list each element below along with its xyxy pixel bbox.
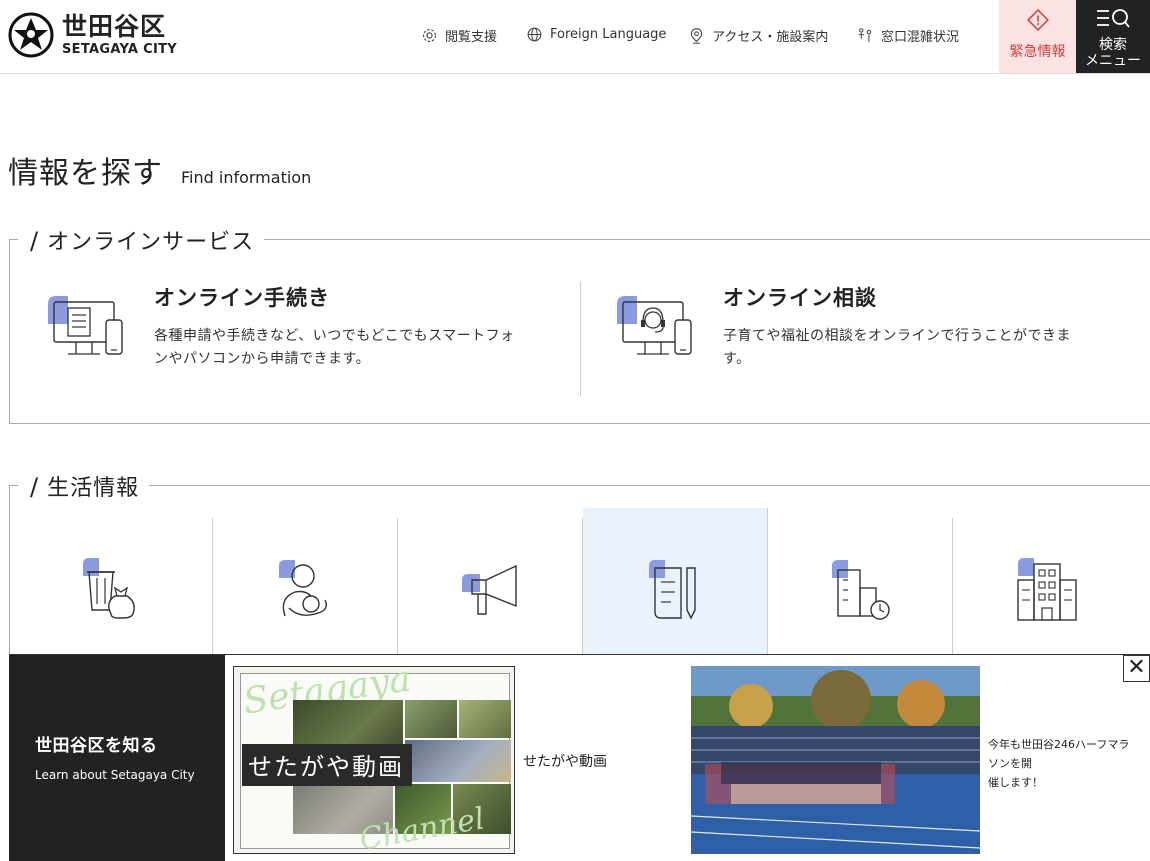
- megaphone-icon: [462, 564, 517, 615]
- page: 世田谷区 SETAGAYA CITY 閲覧支援 Foreign Language…: [0, 0, 1150, 861]
- nav-counter-congestion-label: 窓口混雑状況: [881, 30, 960, 45]
- nav-counter-congestion[interactable]: 窓口混雑状況: [857, 26, 959, 45]
- video-link-label[interactable]: せたがや動画: [523, 751, 607, 771]
- online-services-heading: / オンラインサービス: [18, 224, 265, 256]
- emergency-info-label: 緊急情報: [1009, 44, 1066, 60]
- online-consultation-desc-line1: 子育てや福祉の相談をオンラインで行うことができま: [723, 328, 1071, 344]
- online-consultation-card[interactable]: オンライン相談 子育てや福祉の相談をオンラインで行うことができま す。: [615, 282, 1071, 371]
- office-building-icon: [1016, 558, 1077, 621]
- online-procedure-card[interactable]: オンライン手続き 各種申請や手続きなど、いつでもどこでもスマートフォ ンやパソコ…: [46, 282, 515, 371]
- banner-subtitle: Learn about Setagaya City: [35, 768, 195, 782]
- close-banner-button[interactable]: ✕: [1123, 655, 1150, 682]
- search-menu-label-line2: メニュー: [1085, 53, 1141, 69]
- life-info-heading: / 生活情報: [18, 470, 150, 502]
- online-consultation-desc-line2: す。: [723, 351, 751, 367]
- emergency-info-button[interactable]: 緊急情報: [999, 0, 1076, 73]
- map-pin-icon: [690, 28, 703, 44]
- online-procedure-desc-line2: ンやパソコンから申請できます。: [154, 351, 371, 367]
- life-category-childcare[interactable]: [213, 518, 398, 658]
- globe-icon: [527, 27, 542, 42]
- video-caption: せたがや動画: [242, 744, 412, 786]
- video-photo-4: [405, 740, 511, 782]
- life-category-announcements[interactable]: [398, 518, 583, 658]
- nav-foreign-language[interactable]: Foreign Language: [526, 26, 666, 43]
- setagaya-banner: 世田谷区を知る Learn about Setagaya City Setaga…: [9, 654, 1150, 861]
- video-photo-2: [405, 700, 457, 738]
- nav-access-facilities-label: アクセス・施設案内: [712, 30, 829, 45]
- online-services-section: / オンラインサービス オンライン手続き 各種申請や手続きなど、いつでもどこでもス…: [9, 224, 1150, 424]
- childcare-icon: [279, 560, 328, 617]
- page-title-ja: 情報を探す: [8, 156, 163, 191]
- search-menu-button[interactable]: 検索 メニュー: [1076, 0, 1150, 73]
- document-pen-icon: [649, 560, 696, 620]
- people-queue-icon: [858, 28, 872, 43]
- gear-icon: [422, 28, 437, 43]
- setagaya-emblem-icon: [8, 12, 54, 58]
- marathon-label-line1: 今年も世田谷246ハーフマラソンを開: [988, 738, 1130, 770]
- menu-search-icon: [1097, 9, 1130, 28]
- online-consultation-title: オンライン相談: [723, 286, 877, 310]
- online-procedure-title: オンライン手続き: [154, 286, 330, 310]
- nav-foreign-language-label: Foreign Language: [550, 27, 667, 42]
- online-consultation-icon: [617, 296, 692, 355]
- life-category-city-office[interactable]: [953, 518, 1138, 658]
- garbage-recycling-icon: [83, 558, 135, 619]
- banner-title: 世田谷区を知る: [35, 736, 158, 756]
- nav-access-facilities[interactable]: アクセス・施設案内: [688, 26, 828, 45]
- marathon-label-line2: 催します！: [988, 776, 1043, 789]
- nav-accessibility-label: 閲覧支援: [445, 30, 498, 45]
- life-category-procedures[interactable]: [583, 508, 768, 658]
- search-menu-label-line1: 検索: [1099, 37, 1127, 53]
- banner-intro: 世田谷区を知る Learn about Setagaya City: [9, 655, 225, 861]
- video-photo-3: [459, 700, 511, 738]
- page-title: 情報を探す Find information: [8, 148, 311, 192]
- heading-slash-icon: /: [30, 227, 40, 255]
- logo-name-en: SETAGAYA CITY: [62, 42, 177, 57]
- online-procedure-icon: [48, 296, 123, 355]
- site-header: 世田谷区 SETAGAYA CITY 閲覧支援 Foreign Language…: [0, 0, 1150, 74]
- life-info-heading-text: 生活情報: [47, 476, 140, 501]
- heading-slash-icon: /: [30, 473, 40, 501]
- marathon-photo: [691, 666, 980, 854]
- life-category-facilities-hours[interactable]: [768, 518, 953, 658]
- nav-accessibility[interactable]: 閲覧支援: [421, 26, 497, 45]
- online-procedure-desc-line1: 各種申請や手続きなど、いつでもどこでもスマートフォ: [154, 328, 515, 344]
- site-logo[interactable]: 世田谷区 SETAGAYA CITY: [8, 12, 177, 58]
- online-services-heading-text: オンラインサービス: [47, 230, 255, 255]
- setagaya-video-banner[interactable]: Setagaya Channel せたがや動画: [233, 666, 515, 854]
- life-info-grid: [10, 508, 1150, 658]
- warning-diamond-icon: [1026, 9, 1049, 31]
- marathon-link-label[interactable]: 今年も世田谷246ハーフマラソンを開 催します！: [988, 735, 1138, 792]
- page-title-en: Find information: [181, 168, 312, 187]
- logo-name-ja: 世田谷区: [62, 12, 167, 41]
- services-divider: [580, 282, 581, 396]
- marathon-banner[interactable]: [691, 666, 980, 854]
- life-category-garbage[interactable]: [10, 518, 213, 658]
- building-clock-icon: [832, 560, 890, 620]
